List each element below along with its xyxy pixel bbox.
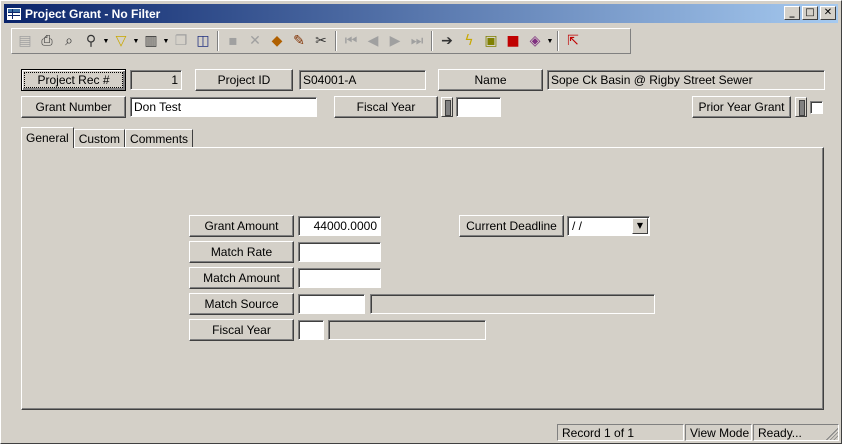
match-source-field[interactable] — [298, 294, 365, 314]
match-source-description — [370, 294, 655, 314]
tab-comments[interactable]: Comments — [125, 129, 194, 148]
general-fiscal-year-field[interactable] — [298, 320, 324, 340]
fiscal-year-field[interactable] — [456, 97, 501, 117]
current-deadline-button[interactable]: Current Deadline — [459, 215, 564, 237]
delete-icon[interactable]: ✕ — [244, 30, 266, 52]
filter-icon[interactable]: ▽ — [110, 30, 132, 52]
print-icon[interactable]: ⎙ — [36, 30, 58, 52]
grant-amount-button[interactable]: Grant Amount — [189, 215, 294, 237]
match-amount-field[interactable] — [298, 268, 381, 288]
general-panel — [21, 147, 824, 410]
current-deadline-combo[interactable]: / / ▼ — [567, 216, 650, 236]
grant-number-field[interactable]: Don Test — [130, 97, 317, 117]
preview-icon[interactable]: ⌕ — [58, 30, 80, 52]
edit-icon[interactable]: ✎ — [288, 30, 310, 52]
cut-icon[interactable]: ✂ — [310, 30, 332, 52]
app-grid-icon — [7, 7, 21, 20]
project-id-field[interactable]: S04001-A — [299, 70, 426, 90]
toolbar-separator — [335, 31, 337, 51]
copy-icon[interactable]: ❐ — [170, 30, 192, 52]
next-record-icon[interactable]: ▶ — [384, 30, 406, 52]
first-record-icon[interactable]: ⏮ — [340, 30, 362, 52]
toolbar-separator — [431, 31, 433, 51]
mode-status: View Mode — [685, 424, 752, 441]
toolbar: ▤ ⎙ ⌕ ⚲ ▼ ▽ ▼ ▥ ▼ ❐ ◫ ▪ ✕ ◆ ✎ ✂ ⏮ ◀ ▶ ⏭ … — [11, 28, 631, 54]
close-button[interactable]: ✕ — [820, 6, 836, 20]
prev-record-icon[interactable]: ◀ — [362, 30, 384, 52]
window-title: Project Grant - No Filter — [25, 6, 161, 21]
current-deadline-value: / / — [572, 219, 583, 233]
last-record-icon[interactable]: ⏭ — [406, 30, 428, 52]
tab-strip: General Custom Comments — [21, 127, 194, 148]
save-icon[interactable]: ▪ — [222, 30, 244, 52]
find-icon[interactable]: ⚲ — [80, 30, 102, 52]
record-status: Record 1 of 1 — [557, 424, 684, 441]
tools-icon[interactable]: ■ — [502, 30, 524, 52]
fiscal-year-spinner[interactable] — [441, 97, 453, 117]
filter-dropdown-icon[interactable]: ▼ — [132, 30, 140, 52]
match-source-button[interactable]: Match Source — [189, 293, 294, 315]
tab-general[interactable]: General — [21, 127, 74, 148]
book-dropdown-icon[interactable]: ▼ — [546, 30, 554, 52]
general-fiscal-year-description — [328, 320, 486, 340]
prior-year-grant-spinner[interactable] — [795, 97, 807, 117]
name-field[interactable]: Sope Ck Basin @ Rigby Street Sewer — [547, 70, 825, 90]
report-dropdown-icon[interactable]: ▼ — [162, 30, 170, 52]
prior-year-grant-checkbox[interactable] — [810, 101, 823, 114]
project-id-button[interactable]: Project ID — [195, 69, 293, 91]
name-button[interactable]: Name — [438, 69, 543, 91]
resize-grip-icon[interactable] — [826, 428, 838, 440]
chevron-down-icon[interactable]: ▼ — [632, 218, 648, 234]
maximize-button[interactable]: □ — [802, 6, 818, 20]
match-amount-button[interactable]: Match Amount — [189, 267, 294, 289]
general-fiscal-year-button[interactable]: Fiscal Year — [189, 319, 294, 341]
grant-number-button[interactable]: Grant Number — [21, 96, 126, 118]
tab-custom[interactable]: Custom — [73, 129, 126, 148]
prior-year-grant-button[interactable]: Prior Year Grant — [692, 96, 791, 118]
run-icon[interactable]: ϟ — [458, 30, 480, 52]
exit-icon[interactable]: ⇱ — [562, 30, 584, 52]
attach-icon[interactable]: ◆ — [266, 30, 288, 52]
grant-amount-field[interactable]: 44000.0000 — [298, 216, 381, 236]
export-icon[interactable]: ◫ — [192, 30, 214, 52]
find-dropdown-icon[interactable]: ▼ — [102, 30, 110, 52]
new-record-icon[interactable]: ▤ — [14, 30, 36, 52]
main-window: Project Grant - No Filter _ □ ✕ ▤ ⎙ ⌕ ⚲ … — [0, 0, 842, 444]
match-rate-button[interactable]: Match Rate — [189, 241, 294, 263]
report-icon[interactable]: ▥ — [140, 30, 162, 52]
project-rec-button[interactable]: Project Rec # — [21, 69, 126, 91]
toolbar-separator — [217, 31, 219, 51]
title-bar[interactable]: Project Grant - No Filter _ □ ✕ — [4, 4, 838, 23]
fiscal-year-button[interactable]: Fiscal Year — [334, 96, 438, 118]
book-icon[interactable]: ◈ — [524, 30, 546, 52]
map-icon[interactable]: ▣ — [480, 30, 502, 52]
match-rate-field[interactable] — [298, 242, 381, 262]
minimize-button[interactable]: _ — [784, 6, 800, 20]
toolbar-separator — [557, 31, 559, 51]
project-rec-field[interactable]: 1 — [130, 70, 182, 90]
goto-icon[interactable]: ➔ — [436, 30, 458, 52]
